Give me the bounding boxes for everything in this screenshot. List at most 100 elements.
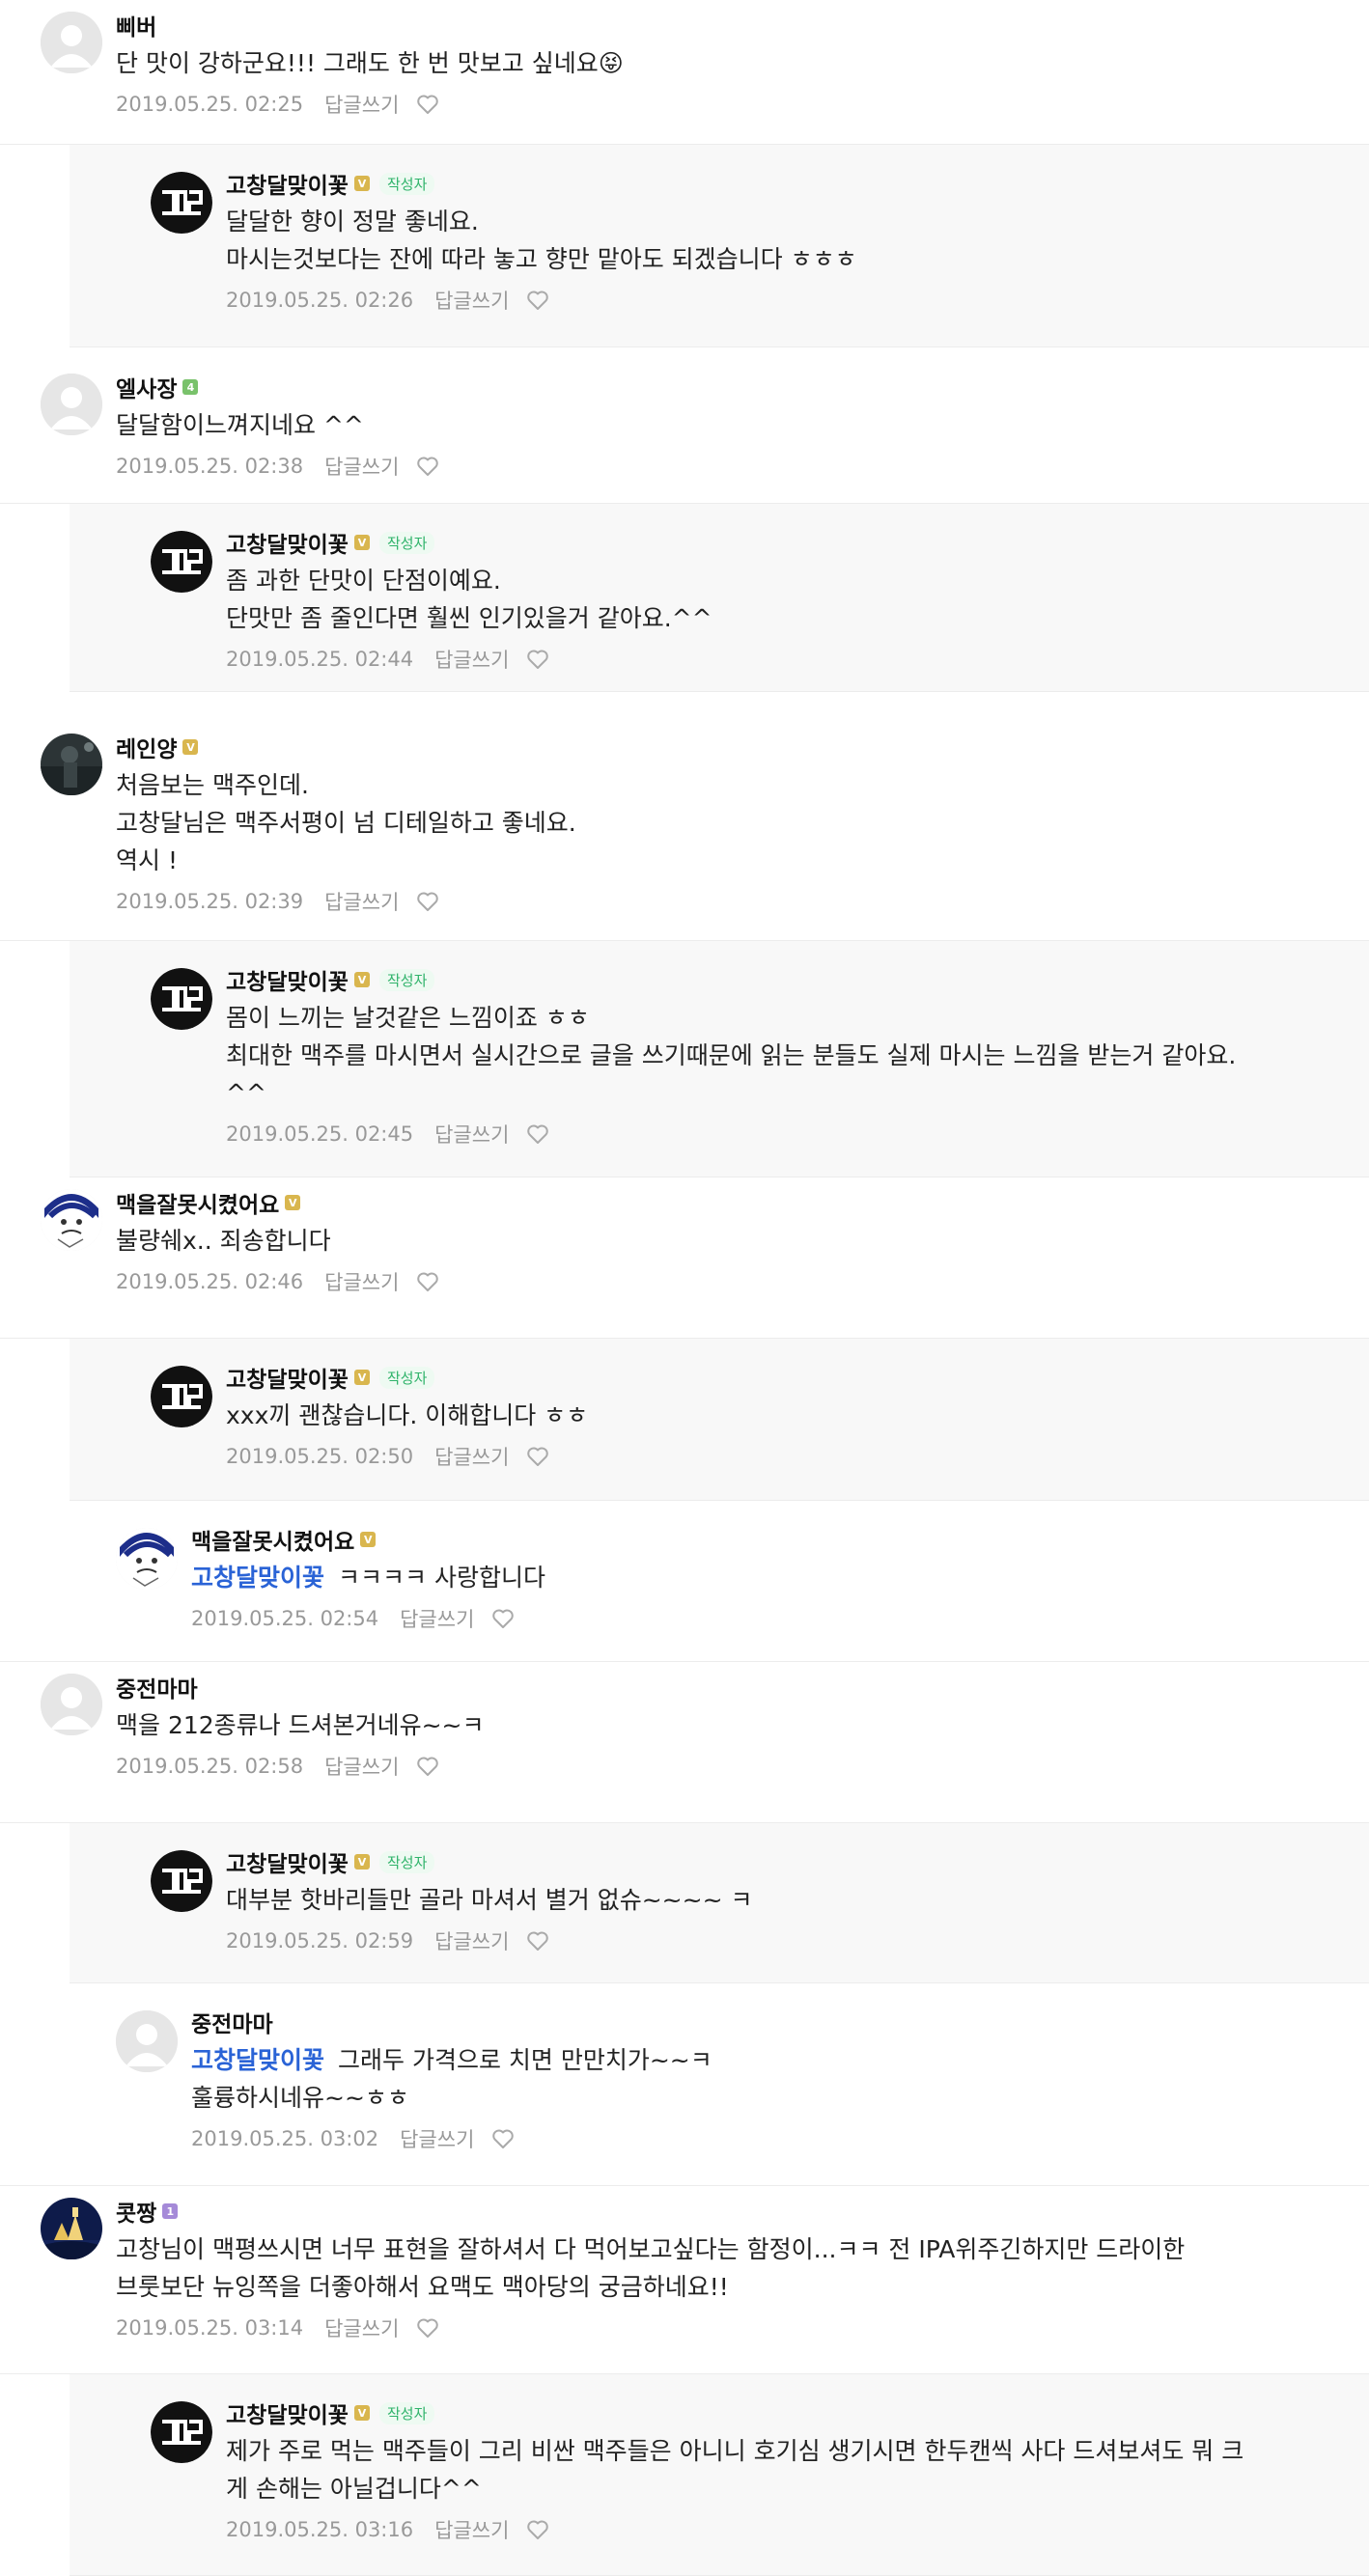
avatar[interactable]	[41, 374, 102, 435]
comment-body: 맥을 212종류나 드셔본거네유~~ㅋ	[116, 1711, 485, 1739]
author-badge: 작성자	[378, 2401, 435, 2424]
avatar[interactable]	[151, 2401, 212, 2463]
comment-date: 2019.05.25. 03:16	[226, 2518, 414, 2541]
reply-button[interactable]: 답글쓰기	[400, 1604, 474, 1633]
reply-button[interactable]: 답글쓰기	[324, 452, 399, 481]
reply-button[interactable]: 답글쓰기	[324, 1752, 399, 1781]
reply-button[interactable]: 답글쓰기	[324, 90, 399, 119]
mention-link[interactable]: 고창달맞이꽃	[191, 1564, 324, 1592]
heart-icon[interactable]	[416, 93, 441, 116]
comment-body: 처음보는 맥주인데. 고창달님은 맥주서평이 넘 디테일하고 좋네요. 역시 !	[116, 771, 576, 874]
comment-text: 불량쉐x.. 죄송합니다	[116, 1222, 1355, 1260]
nickname[interactable]: 고창달맞이꽃	[226, 963, 349, 996]
nickname[interactable]: 맥을잘못시켰어요	[116, 1186, 279, 1219]
comment-body: 제가 주로 먹는 맥주들이 그리 비싼 맥주들은 아니니 호기심 생기시면 한두…	[226, 2437, 1244, 2503]
heart-icon[interactable]	[526, 648, 551, 671]
reply-button[interactable]: 답글쓰기	[324, 887, 399, 916]
author-badge: 작성자	[378, 1366, 435, 1389]
comment-date: 2019.05.25. 02:39	[116, 890, 304, 913]
reply-button[interactable]: 답글쓰기	[434, 1442, 509, 1471]
heart-icon[interactable]	[491, 1607, 517, 1630]
avatar[interactable]	[116, 2010, 178, 2072]
comment-date: 2019.05.25. 02:54	[191, 1607, 379, 1630]
nickname[interactable]: 고창달맞이꽃	[226, 167, 349, 200]
comment-date: 2019.05.25. 02:45	[226, 1122, 414, 1146]
nickname[interactable]: 삐버	[116, 9, 156, 42]
reply-button[interactable]: 답글쓰기	[434, 645, 509, 674]
comment-body: 달달함이느껴지네요 ^^	[116, 411, 364, 439]
member-grade-icon: 1	[162, 2203, 179, 2219]
comment-body: 달달한 향이 정말 좋네요. 마시는것보다는 잔에 따라 놓고 향만 맡아도 되…	[226, 208, 857, 273]
avatar[interactable]	[151, 1850, 212, 1912]
avatar[interactable]	[41, 12, 102, 73]
member-grade-icon: V	[353, 535, 370, 550]
comment-item: 삐버 단 맛이 강하군요!!! 그래도 한 번 맛보고 싶네요😝 2019.05.2…	[0, 0, 1369, 145]
comment-body: xxx끼 괜찮습니다. 이해합니다 ㅎㅎ	[226, 1401, 589, 1429]
avatar[interactable]	[41, 1189, 102, 1251]
comment-body: 불량쉐x.. 죄송합니다	[116, 1227, 331, 1255]
avatar[interactable]	[41, 734, 102, 795]
reply-comment: 고창달맞이꽃 V 작성자 xxx끼 괜찮습니다. 이해합니다 ㅎㅎ 2019.05.25…	[70, 1339, 1369, 1501]
avatar[interactable]	[151, 531, 212, 593]
nickname[interactable]: 고창달맞이꽃	[226, 526, 349, 559]
member-grade-icon: V	[353, 176, 370, 191]
comment-date: 2019.05.25. 02:58	[116, 1755, 304, 1778]
member-grade-icon: V	[353, 1854, 370, 1870]
comment-text: 고창님이 맥평쓰시면 너무 표현을 잘하셔서 다 먹어보고싶다는 함정이...ㅋ…	[116, 2230, 1355, 2306]
comment-text: 제가 주로 먹는 맥주들이 그리 비싼 맥주들은 아니니 호기심 생기시면 한두…	[226, 2432, 1369, 2507]
nickname[interactable]: 고창달맞이꽃	[226, 1361, 349, 1394]
comment-date: 2019.05.25. 02:44	[226, 648, 414, 671]
heart-icon[interactable]	[416, 1755, 441, 1778]
nickname[interactable]: 레인양	[116, 731, 177, 763]
reply-button[interactable]: 답글쓰기	[434, 1120, 509, 1149]
nickname[interactable]: 엘사장	[116, 371, 177, 403]
comment-item: 레인양 V 처음보는 맥주인데. 고창달님은 맥주서평이 넘 디테일하고 좋네요. …	[0, 722, 1369, 941]
reply-button[interactable]: 답글쓰기	[400, 2124, 474, 2153]
reply-button[interactable]: 답글쓰기	[324, 2313, 399, 2342]
comment-date: 2019.05.25. 02:50	[226, 1445, 414, 1468]
reply-button[interactable]: 답글쓰기	[324, 1267, 399, 1296]
nickname[interactable]: 중전마마	[116, 1671, 198, 1703]
heart-icon[interactable]	[526, 1929, 551, 1953]
member-grade-icon: V	[353, 2405, 370, 2421]
comment-body: 대부분 핫바리들만 골라 마셔서 별거 없슈~~~~ ㅋ	[226, 1886, 753, 1914]
heart-icon[interactable]	[526, 289, 551, 312]
heart-icon[interactable]	[526, 2518, 551, 2541]
avatar[interactable]	[151, 1366, 212, 1427]
comment-text: 맥을 212종류나 드셔본거네유~~ㅋ	[116, 1706, 1355, 1744]
heart-icon[interactable]	[491, 2127, 517, 2150]
reply-comment: 고창달맞이꽃 V 작성자달달한 향이 정말 좋네요. 마시는것보다는 잔에 따라 놓…	[70, 145, 1369, 347]
reply-button[interactable]: 답글쓰기	[434, 286, 509, 315]
reply-button[interactable]: 답글쓰기	[434, 2515, 509, 2544]
nickname[interactable]: 콧짱	[116, 2195, 156, 2228]
comment-text: 몸이 느끼는 날것같은 느낌이죠 ㅎㅎ 최대한 맥주를 마시면서 실시간으로 글…	[226, 999, 1369, 1112]
author-badge: 작성자	[378, 968, 435, 991]
nickname[interactable]: 고창달맞이꽃	[226, 1845, 349, 1878]
author-badge: 작성자	[378, 531, 435, 554]
comment-date: 2019.05.25. 02:38	[116, 455, 304, 478]
nickname[interactable]: 맥을잘못시켰어요	[191, 1523, 354, 1556]
comment-text: 달달함이느껴지네요 ^^	[116, 406, 1355, 444]
avatar[interactable]	[41, 2198, 102, 2259]
reply-button[interactable]: 답글쓰기	[434, 1926, 509, 1955]
reply-comment: 고창달맞이꽃 V 작성자제가 주로 먹는 맥주들이 그리 비싼 맥주들은 아니니 호…	[70, 2374, 1369, 2576]
avatar[interactable]	[151, 968, 212, 1030]
author-badge: 작성자	[378, 172, 435, 195]
nickname[interactable]: 고창달맞이꽃	[226, 2396, 349, 2429]
nickname[interactable]: 중전마마	[191, 2006, 273, 2038]
mention-link[interactable]: 고창달맞이꽃	[191, 2046, 324, 2074]
avatar[interactable]	[41, 1674, 102, 1735]
reply-comment: 맥을잘못시켰어요 V 고창달맞이꽃 ㅋㅋㅋㅋ 사랑합니다 2019.05.25. 02:…	[0, 1501, 1369, 1662]
comment-text: xxx끼 괜찮습니다. 이해합니다 ㅎㅎ	[226, 1397, 1369, 1434]
heart-icon[interactable]	[526, 1445, 551, 1468]
heart-icon[interactable]	[416, 890, 441, 913]
comment-item: 콧짱 1 고창님이 맥평쓰시면 너무 표현을 잘하셔서 다 먹어보고싶다는 함정이.…	[0, 2186, 1369, 2374]
comment-body: 좀 과한 단맛이 단점이예요. 단맛만 좀 줄인다면 훨씬 인기있을거 같아요.…	[226, 567, 712, 632]
heart-icon[interactable]	[416, 1270, 441, 1293]
heart-icon[interactable]	[416, 455, 441, 478]
avatar[interactable]	[116, 1528, 178, 1590]
heart-icon[interactable]	[416, 2316, 441, 2340]
heart-icon[interactable]	[526, 1122, 551, 1146]
avatar[interactable]	[151, 172, 212, 234]
comment-body: ㅋㅋㅋㅋ 사랑합니다	[338, 1564, 545, 1592]
